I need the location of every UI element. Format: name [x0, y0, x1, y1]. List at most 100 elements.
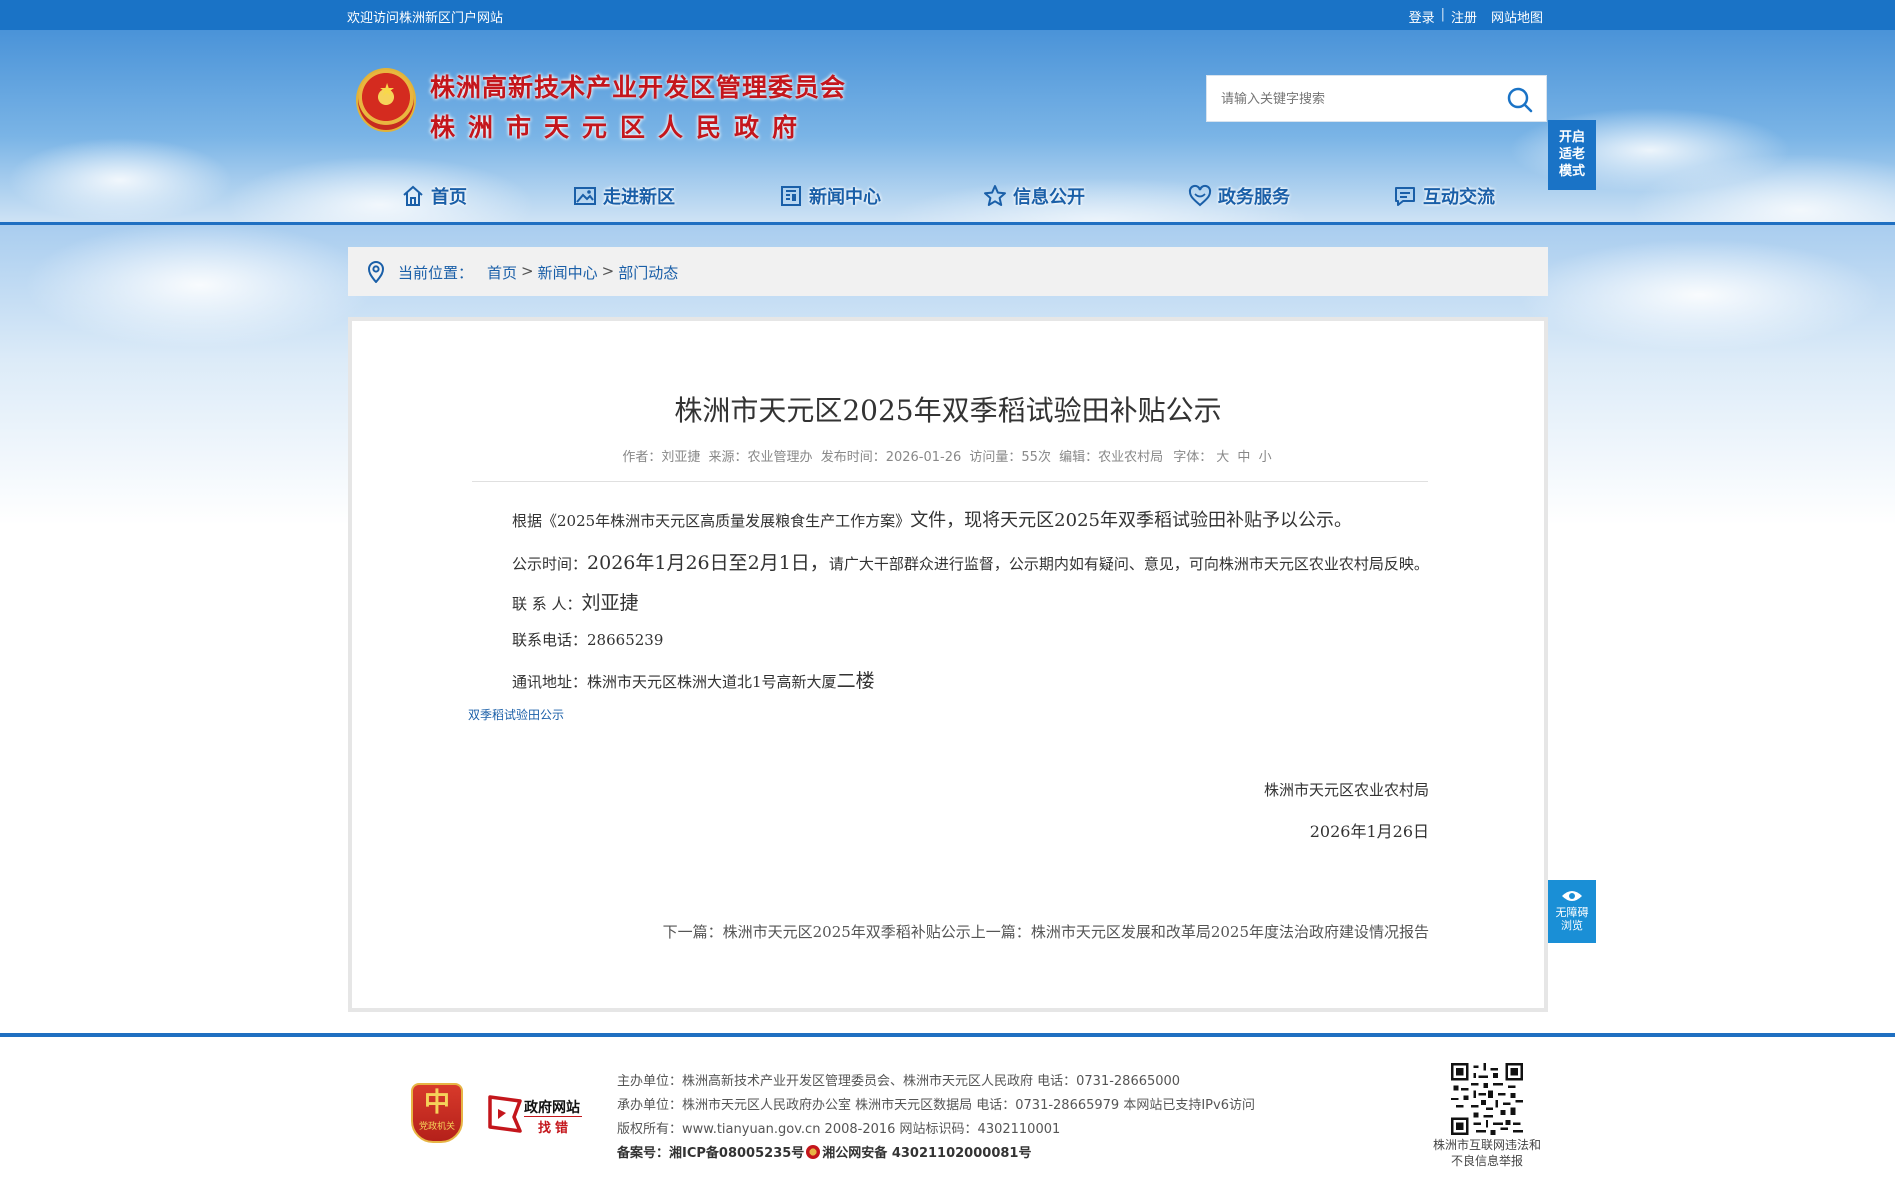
nav-interact-label: 互动交流	[1423, 187, 1495, 208]
nav-info[interactable]: 信息公开	[983, 183, 1085, 209]
qr-report-text[interactable]: 株洲市互联网违法和不良信息举报	[1428, 1137, 1546, 1169]
nav-news[interactable]: 新闻中心	[779, 183, 881, 209]
gov-site-error-report[interactable]: 政府网站 找错	[486, 1090, 586, 1138]
font-small-button[interactable]: 小	[1259, 450, 1272, 465]
nav-home-label: 首页	[431, 187, 467, 208]
site-title[interactable]: 株洲高新技术产业开发区管理委员会 株洲市天元区人民政府	[430, 68, 846, 144]
accessibility-button[interactable]: 无障碍浏览	[1548, 880, 1596, 943]
paragraph-basis-a: 根据《2025年株洲市天元区高质量发展粮食生产工作方案》	[512, 512, 911, 530]
search-box	[1206, 75, 1547, 122]
address-value: 株洲市天元区株洲大道北1号高新大厦	[587, 673, 837, 691]
meta-source: 来源：农业管理办	[708, 450, 813, 465]
paragraph-address: 通讯地址：株洲市天元区株洲大道北1号高新大厦二楼	[512, 666, 875, 693]
breadcrumb-news[interactable]: 新闻中心	[538, 262, 598, 283]
search-icon[interactable]	[1506, 86, 1534, 114]
footer-copyright: 版权所有：www.tianyuan.gov.cn 2008-2016 网站标识码…	[617, 1122, 1061, 1137]
contact-value: 刘亚捷	[581, 592, 639, 614]
paragraph-phone: 联系电话：28665239	[512, 629, 663, 650]
font-size-controls: 字体：大 中 小	[1171, 450, 1273, 465]
article-container: 株洲市天元区2025年双季稻试验田补贴公示 作者：刘亚捷 来源：农业管理办 发布…	[348, 317, 1548, 1012]
meta-views: 访问量：55次	[969, 450, 1051, 465]
paragraph-contact: 联 系 人：刘亚捷	[512, 588, 639, 615]
elder-mode-label: 开启适老模式	[1558, 130, 1585, 179]
period-dates: 2026年1月26日至2月1日，	[587, 552, 829, 574]
breadcrumb-label: 当前位置：	[398, 264, 474, 282]
search-input[interactable]	[1221, 89, 1491, 109]
login-link[interactable]: 登录	[1409, 7, 1435, 26]
period-label: 公示时间：	[512, 555, 588, 573]
breadcrumb-department[interactable]: 部门动态	[618, 262, 678, 283]
paragraph-basis: 根据《2025年株洲市天元区高质量发展粮食生产工作方案》文件，现将天元区2025…	[512, 506, 1352, 532]
next-label: 下一篇：	[662, 923, 723, 941]
top-bar: 欢迎访问株洲新区门户网站 登录 | 注册 网站地图	[0, 0, 1895, 30]
meta-editor: 编辑：农业农村局	[1059, 450, 1164, 465]
nav-home[interactable]: 首页	[401, 183, 467, 209]
party-government-badge[interactable]: 中 党政机关	[411, 1083, 463, 1143]
home-icon	[403, 185, 423, 206]
welcome-text: 欢迎访问株洲新区门户网站	[347, 11, 504, 26]
meta-divider	[472, 481, 1428, 482]
font-large-button[interactable]: 大	[1216, 450, 1229, 465]
breadcrumb: 当前位置： 首页 > 新闻中心 > 部门动态	[348, 247, 1548, 296]
nav-services-label: 政务服务	[1218, 187, 1290, 208]
star-icon: ★	[379, 80, 396, 101]
register-link[interactable]: 注册	[1451, 7, 1477, 26]
nav-news-label: 新闻中心	[809, 187, 881, 208]
paragraph-period: 公示时间：2026年1月26日至2月1日，请广大干部群众进行监督，公示期内如有疑…	[512, 548, 1429, 575]
sitemap-link[interactable]: 网站地图	[1491, 7, 1543, 26]
picture-icon	[574, 187, 596, 205]
gov-find-title: 政府网站	[524, 1100, 580, 1116]
icp-link[interactable]: 湘ICP备08005235号	[669, 1146, 804, 1161]
error-report-icon	[488, 1095, 522, 1133]
national-emblem-icon[interactable]: ★	[356, 68, 416, 132]
footer-host: 主办单位：株洲高新技术产业开发区管理委员会、株洲市天元区人民政府 电话：0731…	[617, 1074, 1181, 1089]
prev-article-link[interactable]: 株洲市天元区发展和改革局2025年度法治政府建设情况报告	[1031, 923, 1429, 941]
article-title: 株洲市天元区2025年双季稻试验田补贴公示	[674, 394, 1222, 427]
period-note: 请广大干部群众进行监督，公示期内如有疑问、意见，可向株洲市天元区农业农村局反映。	[828, 555, 1429, 573]
record-label: 备案号：	[617, 1146, 670, 1161]
party-badge-label: 党政机关	[418, 1122, 455, 1132]
footer-record: 备案号：湘ICP备08005235号 湘公网安备 43021102000081号	[617, 1142, 1255, 1166]
nav-info-label: 信息公开	[1013, 187, 1085, 208]
font-size-label: 字体：	[1173, 450, 1213, 465]
chat-icon	[1395, 187, 1415, 206]
next-article-link[interactable]: 株洲市天元区2025年双季稻补贴公示	[723, 923, 971, 941]
party-badge-glyph: 中	[423, 1088, 450, 1118]
meta-author: 作者：刘亚捷	[622, 450, 701, 465]
breadcrumb-separator: >	[601, 262, 615, 280]
prev-label: 上一篇：	[970, 923, 1031, 941]
eye-icon	[1562, 891, 1582, 901]
nav-about-label: 走进新区	[603, 187, 675, 208]
paragraph-basis-b: 文件，现将天元区2025年双季稻试验田补贴予以公示。	[910, 510, 1352, 531]
nav-about[interactable]: 走进新区	[573, 183, 675, 209]
font-medium-button[interactable]: 中	[1237, 450, 1250, 465]
signature-date: 2026年1月26日	[1309, 822, 1429, 841]
site-title-line1: 株洲高新技术产业开发区管理委员会	[430, 73, 847, 102]
breadcrumb-separator: >	[521, 262, 534, 280]
contact-label: 联 系 人：	[512, 595, 582, 613]
separator: |	[1440, 7, 1445, 22]
article-meta: 作者：刘亚捷 来源：农业管理办 发布时间：2026-01-26 访问量：55次 …	[352, 446, 1544, 465]
footer-organizer: 承办单位：株洲市天元区人民政府办公室 株洲市天元区数据局 电话：0731-286…	[617, 1098, 1255, 1113]
header-divider	[0, 222, 1895, 225]
location-pin-icon	[367, 261, 385, 283]
main-nav: 首页 走进新区 新闻中心 信息公开 政务服务 互动交流	[0, 183, 1895, 217]
address-floor: 二楼	[836, 670, 875, 692]
attachment-link[interactable]: 双季稻试验田公示	[468, 706, 564, 723]
breadcrumb-home[interactable]: 首页	[487, 262, 517, 283]
prev-next-links: 下一篇：株洲市天元区2025年双季稻补贴公示上一篇：株洲市天元区发展和改革局20…	[663, 921, 1429, 942]
star-icon	[984, 185, 1006, 206]
heart-icon	[1188, 184, 1212, 207]
qr-code-icon	[1451, 1063, 1523, 1135]
police-badge-icon	[806, 1145, 821, 1159]
elder-mode-button[interactable]: 开启适老模式	[1548, 120, 1596, 190]
site-title-line2: 株洲市天元区人民政府	[430, 113, 811, 142]
address-label: 通讯地址：	[512, 673, 588, 691]
accessibility-label: 无障碍浏览	[1555, 906, 1589, 932]
meta-date: 发布时间：2026-01-26	[820, 450, 962, 465]
newspaper-icon	[781, 186, 801, 206]
police-record-link[interactable]: 湘公网安备 43021102000081号	[822, 1146, 1031, 1161]
nav-services[interactable]: 政务服务	[1188, 183, 1290, 209]
nav-interact[interactable]: 互动交流	[1393, 183, 1495, 209]
signature-org: 株洲市天元区农业农村局	[1263, 781, 1429, 799]
